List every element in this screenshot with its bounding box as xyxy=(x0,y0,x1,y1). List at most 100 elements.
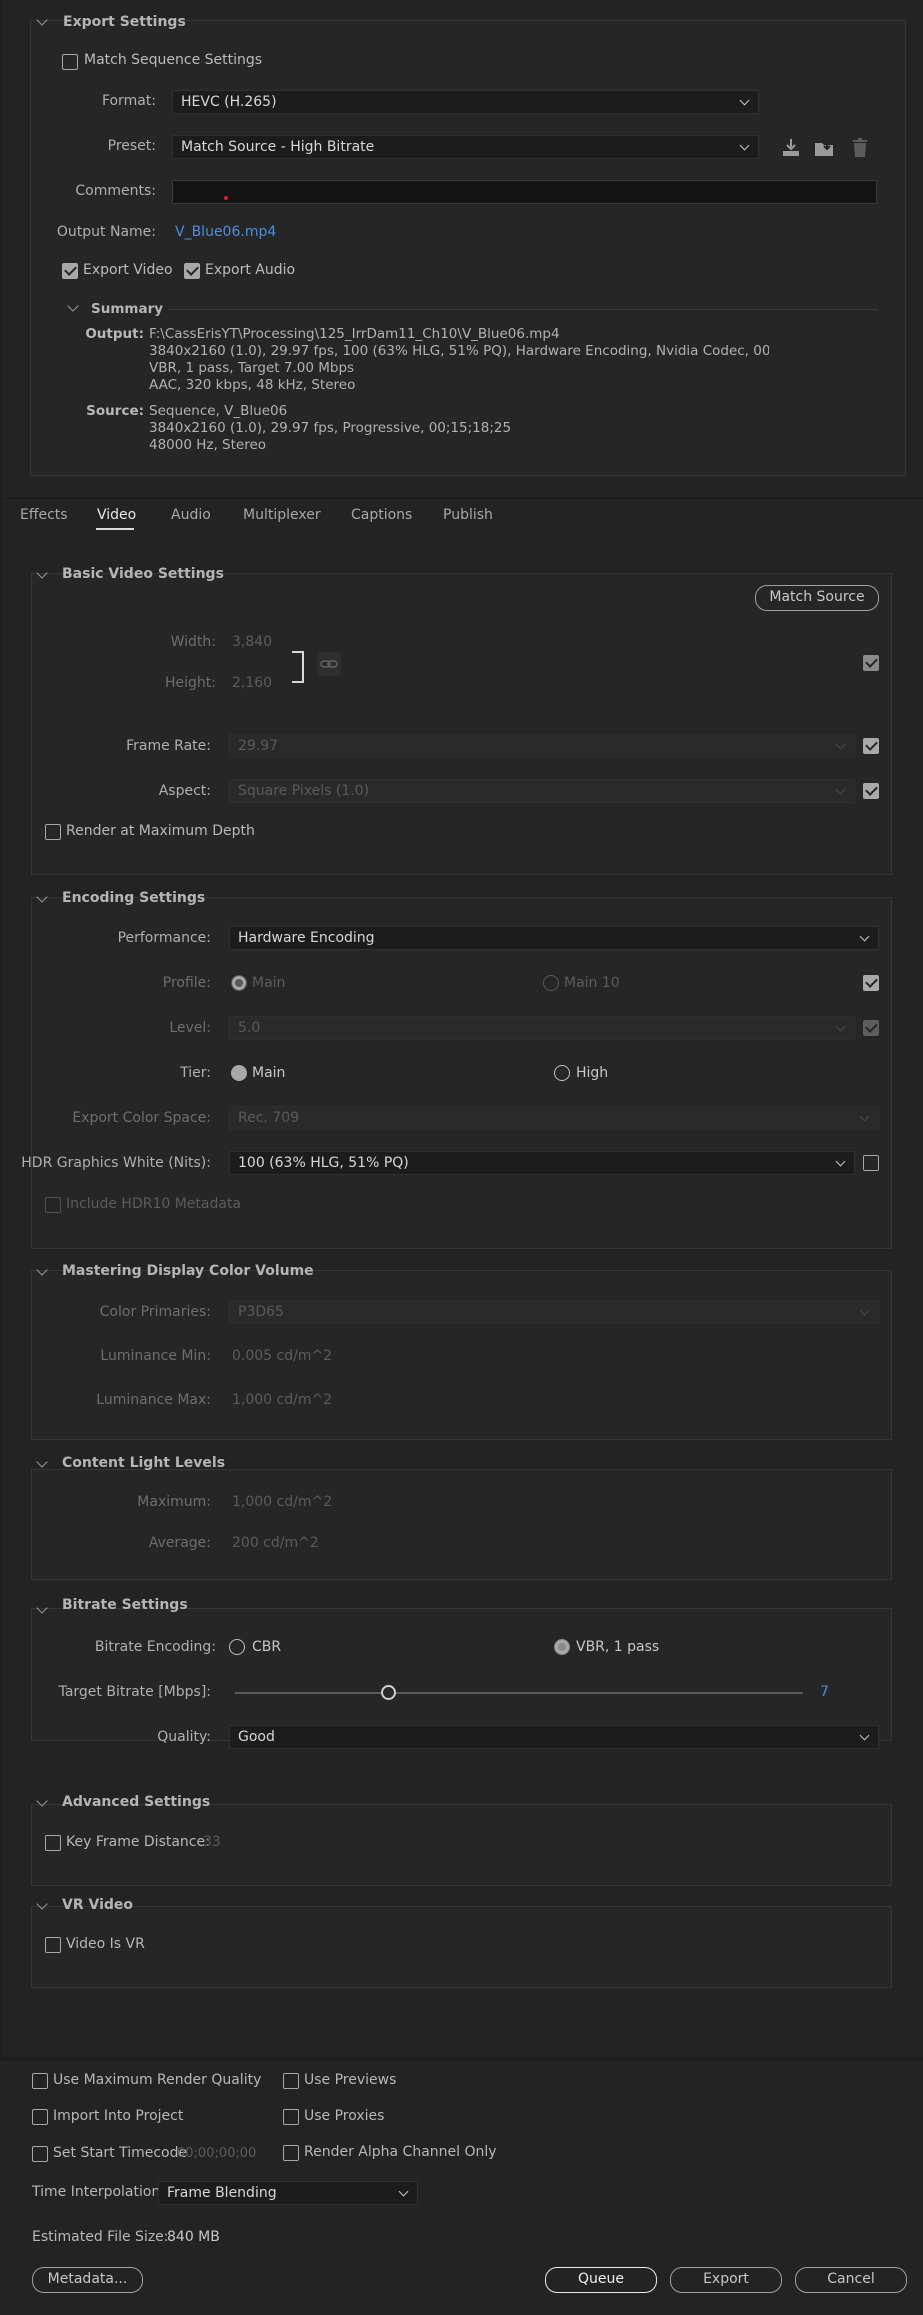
format-label: Format: xyxy=(101,93,156,109)
scroll-region-edge xyxy=(0,0,2,2057)
tab-multiplexer[interactable]: Multiplexer xyxy=(243,507,321,523)
preset-value: Match Source - High Bitrate xyxy=(181,139,375,155)
export-button[interactable]: Export xyxy=(670,2267,782,2293)
delete-preset-icon[interactable] xyxy=(850,137,870,159)
format-dropdown[interactable]: HEVC (H.265) xyxy=(172,90,759,114)
summary-source-line: Sequence, V_Blue06 xyxy=(149,403,288,419)
time-interpolation-dropdown[interactable]: Frame Blending xyxy=(158,2181,418,2205)
profile-override-checkbox[interactable] xyxy=(863,975,879,991)
quality-dropdown[interactable]: Good xyxy=(229,1725,879,1749)
hdr-white-dropdown[interactable]: 100 (63% HLG, 51% PQ) xyxy=(229,1151,855,1175)
summary-output-line: 3840x2160 (1.0), 29.97 fps, 100 (63% HLG… xyxy=(149,343,769,359)
import-preset-icon[interactable] xyxy=(813,137,837,159)
tier-high-radio[interactable] xyxy=(554,1065,570,1081)
output-name-link[interactable]: V_Blue06.mp4 xyxy=(175,224,276,240)
save-preset-icon[interactable] xyxy=(780,137,802,159)
tier-high-label: High xyxy=(576,1065,609,1081)
preset-dropdown[interactable]: Match Source - High Bitrate xyxy=(172,135,759,159)
chevron-down-icon xyxy=(835,739,846,750)
import-project-checkbox[interactable] xyxy=(32,2109,48,2125)
tab-captions[interactable]: Captions xyxy=(351,507,412,523)
use-proxies-checkbox[interactable] xyxy=(283,2109,299,2125)
target-bitrate-value[interactable]: 7 xyxy=(820,1684,829,1700)
summary-source-label: Source: xyxy=(86,403,144,419)
match-sequence-checkbox[interactable] xyxy=(62,54,78,70)
export-audio-checkbox[interactable] xyxy=(184,263,200,279)
height-label: Height: xyxy=(165,675,216,691)
profile-label: Profile: xyxy=(162,975,211,991)
tab-publish[interactable]: Publish xyxy=(443,507,493,523)
preset-label: Preset: xyxy=(107,138,156,154)
width-label: Width: xyxy=(170,634,216,650)
level-override-checkbox[interactable] xyxy=(863,1020,879,1036)
comments-label: Comments: xyxy=(75,183,156,199)
chain-link-icon[interactable] xyxy=(317,652,341,676)
color-space-label: Export Color Space: xyxy=(72,1110,211,1126)
tab-audio[interactable]: Audio xyxy=(171,507,211,523)
tab-effects[interactable]: Effects xyxy=(20,507,68,523)
export-video-checkbox[interactable] xyxy=(62,263,78,279)
start-timecode-value[interactable]: 00;00;00;00 xyxy=(177,2146,256,2161)
frame-rate-value: 29.97 xyxy=(238,738,279,754)
export-audio-label: Export Audio xyxy=(205,262,296,278)
level-dropdown[interactable]: 5.0 xyxy=(229,1016,855,1040)
color-space-value: Rec. 709 xyxy=(238,1110,300,1126)
chevron-down-icon xyxy=(398,2186,409,2197)
hdr10-metadata-checkbox[interactable] xyxy=(45,1197,61,1213)
cbr-radio[interactable] xyxy=(229,1639,245,1655)
aspect-value: Square Pixels (1.0) xyxy=(238,783,370,799)
estimated-size-label: Estimated File Size: xyxy=(32,2229,169,2245)
alpha-only-checkbox[interactable] xyxy=(283,2145,299,2161)
hdr10-metadata-label: Include HDR10 Metadata xyxy=(66,1196,242,1212)
color-space-dropdown[interactable]: Rec. 709 xyxy=(229,1106,879,1130)
match-source-button[interactable]: Match Source xyxy=(755,585,879,611)
queue-button[interactable]: Queue xyxy=(545,2267,657,2293)
advanced-title: Advanced Settings xyxy=(62,1794,211,1810)
link-bracket xyxy=(292,651,304,683)
keyframe-distance-value[interactable]: 33 xyxy=(203,1834,221,1850)
level-label: Level: xyxy=(169,1020,211,1036)
luminance-max-label: Luminance Max: xyxy=(96,1392,211,1408)
alpha-only-label: Render Alpha Channel Only xyxy=(304,2144,497,2160)
metadata-button[interactable]: Metadata... xyxy=(32,2267,143,2293)
comments-field[interactable] xyxy=(172,180,877,204)
hdr-white-value: 100 (63% HLG, 51% PQ) xyxy=(238,1155,409,1171)
target-bitrate-slider-track[interactable] xyxy=(235,1692,803,1694)
keyframe-distance-label: Key Frame Distance: xyxy=(66,1834,210,1850)
aspect-override-checkbox[interactable] xyxy=(863,783,879,799)
chevron-down-icon xyxy=(859,1730,870,1741)
frame-rate-dropdown[interactable]: 29.97 xyxy=(229,734,855,758)
vbr-radio[interactable] xyxy=(554,1639,570,1655)
render-max-depth-checkbox[interactable] xyxy=(45,824,61,840)
tab-video[interactable]: Video xyxy=(97,507,136,523)
keyframe-distance-checkbox[interactable] xyxy=(45,1835,61,1851)
frame-rate-override-checkbox[interactable] xyxy=(863,738,879,754)
performance-dropdown[interactable]: Hardware Encoding xyxy=(229,926,879,950)
use-previews-checkbox[interactable] xyxy=(283,2073,299,2089)
video-is-vr-checkbox[interactable] xyxy=(45,1937,61,1953)
output-name-label: Output Name: xyxy=(56,224,156,240)
aspect-dropdown[interactable]: Square Pixels (1.0) xyxy=(229,779,855,803)
mastering-title: Mastering Display Color Volume xyxy=(62,1263,314,1279)
luminance-min-label: Luminance Min: xyxy=(100,1348,211,1364)
color-primaries-dropdown[interactable]: P3D65 xyxy=(229,1300,879,1324)
tier-main-radio[interactable] xyxy=(231,1065,247,1081)
profile-main10-radio[interactable] xyxy=(543,975,559,991)
start-timecode-checkbox[interactable] xyxy=(32,2146,48,2162)
max-render-quality-checkbox[interactable] xyxy=(32,2073,48,2089)
vbr-label: VBR, 1 pass xyxy=(576,1639,660,1655)
cancel-button[interactable]: Cancel xyxy=(795,2267,907,2293)
cursor-marker xyxy=(224,196,228,200)
summary-output-line: AAC, 320 kbps, 48 kHz, Stereo xyxy=(149,377,356,393)
content-light-title: Content Light Levels xyxy=(62,1455,226,1471)
color-primaries-value: P3D65 xyxy=(238,1304,284,1320)
tier-label: Tier: xyxy=(180,1065,211,1081)
profile-main10-label: Main 10 xyxy=(564,975,620,991)
hdr-white-override-checkbox[interactable] xyxy=(863,1155,879,1171)
width-height-override-checkbox[interactable] xyxy=(863,655,879,671)
content-light-collapse-icon[interactable] xyxy=(36,1456,48,1468)
profile-main-radio[interactable] xyxy=(231,975,247,991)
chevron-down-icon xyxy=(835,1156,846,1167)
start-timecode-label: Set Start Timecode xyxy=(53,2145,188,2161)
video-is-vr-label: Video Is VR xyxy=(66,1936,145,1952)
